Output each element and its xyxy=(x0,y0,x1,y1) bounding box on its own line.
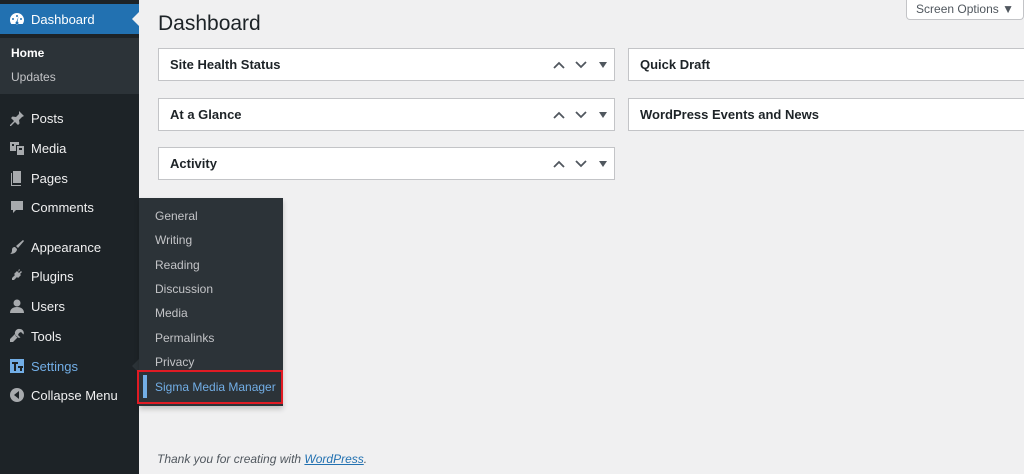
menu-posts-label: Posts xyxy=(31,110,64,126)
panel-title[interactable]: WordPress Events and News xyxy=(640,107,1024,122)
panel-at-a-glance: At a Glance xyxy=(158,98,615,131)
panel-title[interactable]: At a Glance xyxy=(170,107,548,122)
comment-icon xyxy=(9,199,25,215)
flyout-writing[interactable]: Writing xyxy=(155,233,192,247)
triangle-down-icon xyxy=(599,160,607,167)
menu-media-label: Media xyxy=(31,140,67,156)
menu-pages-label: Pages xyxy=(31,170,68,186)
toggle-panel-button[interactable] xyxy=(592,153,614,175)
page-title: Dashboard xyxy=(158,12,261,35)
menu-pages[interactable]: Pages xyxy=(0,163,139,193)
toggle-panel-button[interactable] xyxy=(592,54,614,76)
dashboard-submenu: Home Updates xyxy=(0,38,139,94)
submenu-updates[interactable]: Updates xyxy=(11,70,56,84)
menu-tools[interactable]: Tools xyxy=(0,321,139,351)
menu-collapse-label: Collapse Menu xyxy=(31,387,118,403)
dashboard-icon xyxy=(9,11,25,27)
flyout-discussion[interactable]: Discussion xyxy=(155,282,213,296)
pages-icon xyxy=(9,170,25,186)
move-down-button[interactable] xyxy=(570,153,592,175)
submenu-home[interactable]: Home xyxy=(11,46,44,60)
panel-site-health-status: Site Health Status xyxy=(158,48,615,81)
settings-icon xyxy=(9,358,25,374)
user-icon xyxy=(9,298,25,314)
chevron-up-icon xyxy=(553,160,565,168)
pin-icon xyxy=(9,110,25,126)
flyout-reading[interactable]: Reading xyxy=(155,258,200,272)
menu-comments-label: Comments xyxy=(31,199,94,215)
screen-options-button[interactable]: Screen Options ▼ xyxy=(906,0,1024,20)
menu-media[interactable]: Media xyxy=(0,133,139,163)
menu-collapse[interactable]: Collapse Menu xyxy=(0,380,139,410)
wrench-icon xyxy=(9,328,25,344)
panel-title[interactable]: Site Health Status xyxy=(170,57,548,72)
chevron-up-icon xyxy=(553,61,565,69)
menu-users[interactable]: Users xyxy=(0,291,139,321)
panel-quick-draft: Quick Draft xyxy=(628,48,1024,81)
chevron-up-icon xyxy=(553,111,565,119)
menu-dashboard-label: Dashboard xyxy=(31,11,95,27)
triangle-down-icon xyxy=(599,61,607,68)
settings-flyout-menu: General Writing Reading Discussion Media… xyxy=(137,198,283,406)
menu-posts[interactable]: Posts xyxy=(0,103,139,133)
footer-end: . xyxy=(363,452,368,466)
move-up-button[interactable] xyxy=(548,54,570,76)
toggle-panel-button[interactable] xyxy=(592,104,614,126)
footer-text: Thank you for creating with xyxy=(157,452,305,466)
move-down-button[interactable] xyxy=(570,54,592,76)
media-icon xyxy=(9,140,25,156)
menu-plugins-label: Plugins xyxy=(31,268,74,284)
flyout-general[interactable]: General xyxy=(155,209,198,223)
plugin-icon xyxy=(9,268,25,284)
paintbrush-icon xyxy=(9,239,25,255)
menu-settings[interactable]: Settings xyxy=(0,351,139,381)
panel-title[interactable]: Quick Draft xyxy=(640,57,1024,72)
highlight-box xyxy=(137,370,283,404)
move-down-button[interactable] xyxy=(570,104,592,126)
panel-activity: Activity xyxy=(158,147,615,180)
flyout-privacy[interactable]: Privacy xyxy=(155,355,194,369)
flyout-permalinks[interactable]: Permalinks xyxy=(155,331,214,345)
chevron-down-icon xyxy=(575,60,587,68)
collapse-icon xyxy=(9,387,25,403)
panel-title[interactable]: Activity xyxy=(170,156,548,171)
admin-sidebar: Dashboard Home Updates Posts Media Pages… xyxy=(0,0,139,474)
menu-tools-label: Tools xyxy=(31,328,62,344)
chevron-down-icon xyxy=(575,110,587,118)
triangle-down-icon xyxy=(599,111,607,118)
menu-appearance-label: Appearance xyxy=(31,239,102,255)
move-up-button[interactable] xyxy=(548,104,570,126)
chevron-down-icon xyxy=(575,159,587,167)
menu-comments[interactable]: Comments xyxy=(0,192,139,222)
menu-settings-label: Settings xyxy=(31,358,78,374)
footer-wordpress-link[interactable]: WordPress xyxy=(304,452,363,466)
flyout-media[interactable]: Media xyxy=(155,306,188,320)
menu-appearance[interactable]: Appearance xyxy=(0,232,139,262)
menu-users-label: Users xyxy=(31,298,65,314)
move-up-button[interactable] xyxy=(548,153,570,175)
menu-plugins[interactable]: Plugins xyxy=(0,261,139,291)
panel-wordpress-events: WordPress Events and News xyxy=(628,98,1024,131)
menu-dashboard[interactable]: Dashboard xyxy=(0,4,139,34)
footer-credit: Thank you for creating with WordPress. xyxy=(157,452,367,466)
